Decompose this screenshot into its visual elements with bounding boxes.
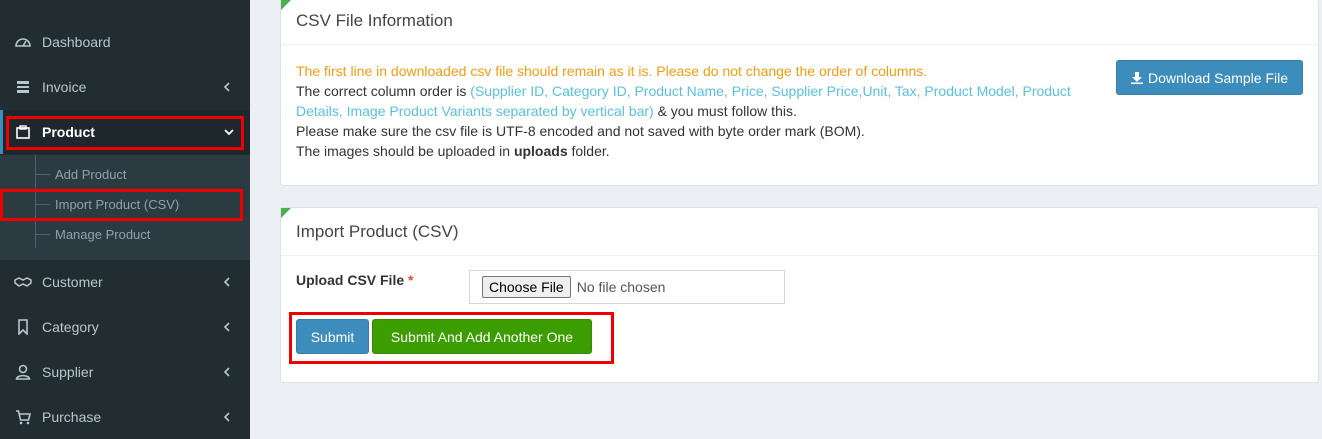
sidebar-item-purchase[interactable]: Purchase bbox=[0, 395, 250, 439]
sidebar-item-label: Invoice bbox=[42, 79, 87, 95]
submenu-item-manage-product[interactable]: Manage Product bbox=[0, 219, 250, 249]
box-corner-accent bbox=[281, 208, 291, 218]
choose-file-button[interactable]: Choose File bbox=[482, 276, 571, 298]
product-submenu: Add Product Import Product (CSV) Manage … bbox=[0, 155, 250, 260]
sidebar-item-product[interactable]: Product bbox=[0, 110, 250, 154]
invoice-icon bbox=[14, 78, 32, 96]
sidebar-item-category[interactable]: Category bbox=[0, 305, 250, 349]
submenu-item-label: Add Product bbox=[55, 166, 127, 182]
chevron-left-icon bbox=[222, 409, 232, 425]
cart-icon bbox=[14, 408, 32, 426]
import-product-box: Import Product (CSV) Upload CSV File * C… bbox=[280, 207, 1319, 383]
download-sample-file-button[interactable]: Download Sample File bbox=[1116, 60, 1303, 95]
column-order-text: The correct column order is (Supplier ID… bbox=[296, 83, 1071, 119]
import-product-title: Import Product (CSV) bbox=[296, 222, 459, 241]
chevron-left-icon bbox=[222, 319, 232, 335]
encoding-note: Please make sure the csv file is UTF-8 e… bbox=[296, 123, 865, 139]
sidebar-item-customer[interactable]: Customer bbox=[0, 260, 250, 304]
chevron-left-icon bbox=[222, 274, 232, 290]
sidebar-item-label: Purchase bbox=[42, 409, 102, 425]
csv-info-text: The first line in downloaded csv file sh… bbox=[296, 61, 1116, 161]
csv-warning-text: The first line in downloaded csv file sh… bbox=[296, 63, 928, 79]
sidebar-item-label: Category bbox=[42, 319, 99, 335]
sidebar-item-invoice[interactable]: Invoice bbox=[0, 65, 250, 109]
uploads-folder-name: uploads bbox=[513, 143, 568, 159]
submenu-item-import-product-csv[interactable]: Import Product (CSV) bbox=[0, 189, 250, 219]
chevron-left-icon bbox=[222, 364, 232, 380]
csv-file-input[interactable]: Choose File No file chosen bbox=[469, 270, 785, 304]
sidebar-item-label: Dashboard bbox=[42, 34, 111, 50]
sidebar: Dashboard Invoice Product Add Product Im… bbox=[0, 0, 250, 439]
file-status-text: No file chosen bbox=[576, 279, 666, 295]
required-marker: * bbox=[408, 272, 414, 288]
images-note: The images should be uploaded in uploads… bbox=[296, 143, 610, 159]
submenu-item-label: Import Product (CSV) bbox=[55, 196, 180, 212]
csv-info-title: CSV File Information bbox=[296, 11, 453, 30]
upload-csv-label: Upload CSV File * bbox=[296, 272, 414, 288]
submenu-item-add-product[interactable]: Add Product bbox=[0, 159, 250, 189]
sidebar-item-label: Product bbox=[42, 124, 95, 140]
download-icon bbox=[1130, 71, 1148, 84]
submenu-item-label: Manage Product bbox=[55, 226, 151, 242]
dashboard-icon bbox=[14, 33, 32, 51]
sidebar-item-supplier[interactable]: Supplier bbox=[0, 350, 250, 394]
submit-and-add-another-button[interactable]: Submit And Add Another One bbox=[372, 319, 592, 354]
chevron-left-icon bbox=[222, 79, 232, 95]
chevron-down-icon bbox=[224, 124, 234, 140]
sidebar-item-dashboard[interactable]: Dashboard bbox=[0, 20, 250, 64]
user-icon bbox=[14, 363, 32, 381]
handshake-icon bbox=[14, 273, 32, 291]
box-corner-accent bbox=[281, 0, 291, 10]
bookmark-icon bbox=[14, 318, 32, 336]
product-icon bbox=[14, 123, 32, 141]
sidebar-item-label: Supplier bbox=[42, 364, 94, 380]
submit-button[interactable]: Submit bbox=[296, 319, 369, 354]
csv-info-box: CSV File Information The first line in d… bbox=[280, 0, 1319, 186]
sidebar-item-label: Customer bbox=[42, 274, 103, 290]
download-button-label: Download Sample File bbox=[1147, 69, 1289, 86]
